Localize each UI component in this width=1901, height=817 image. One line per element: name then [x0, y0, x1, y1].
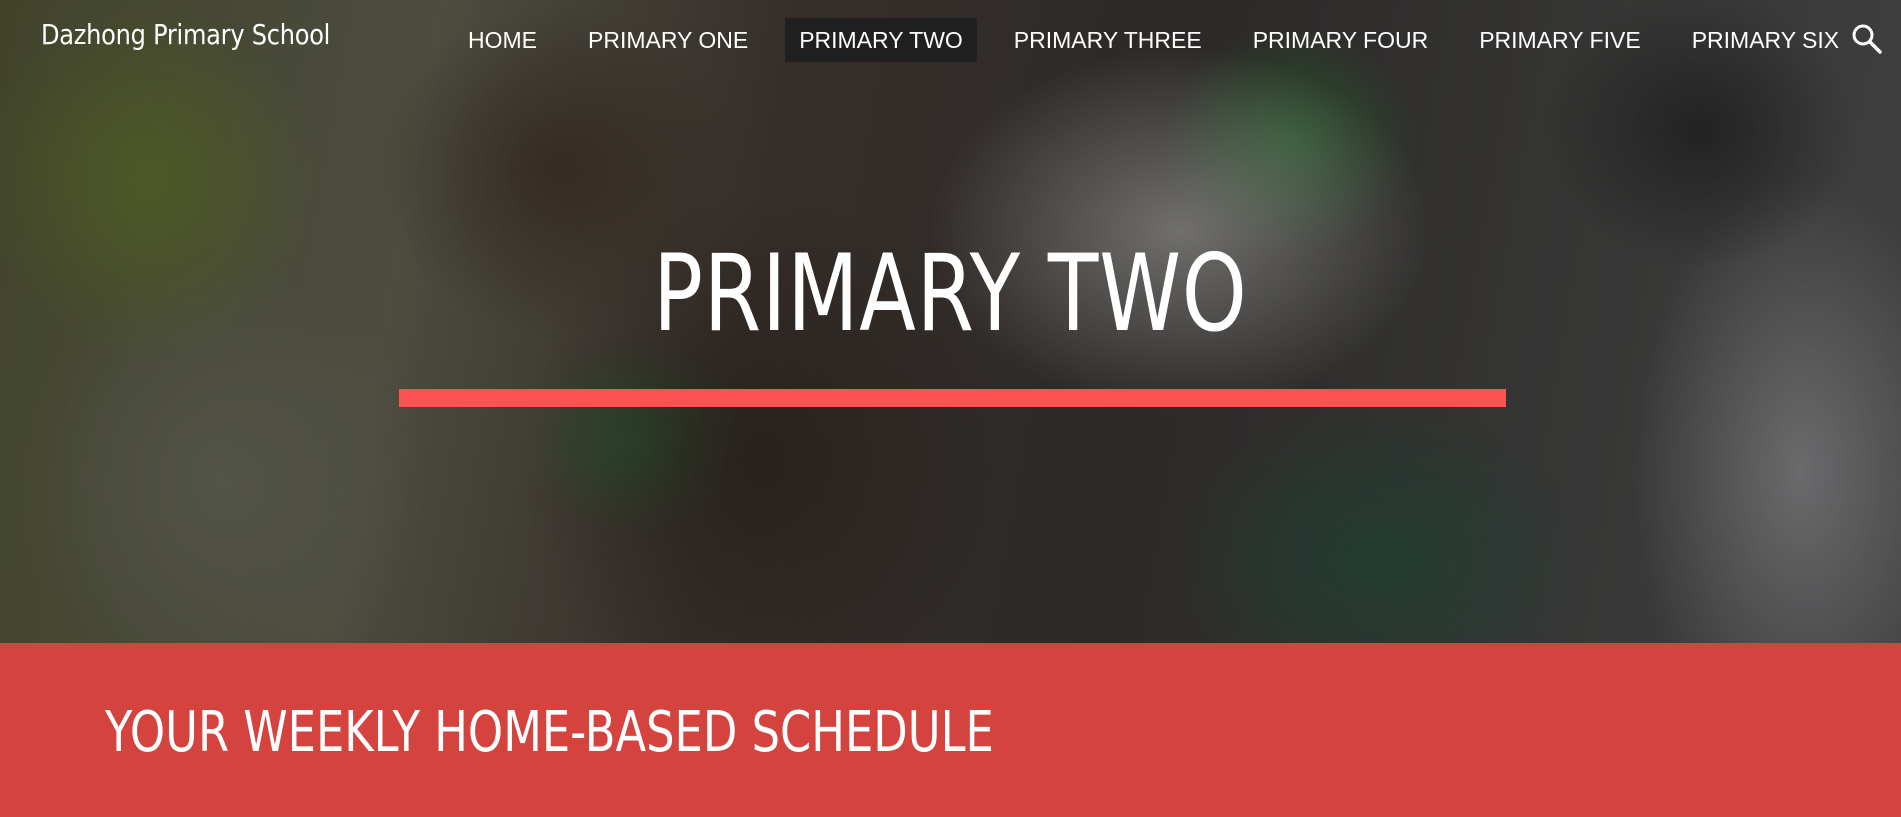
nav-item-primary-four[interactable]: PRIMARY FOUR: [1239, 18, 1443, 62]
site-brand[interactable]: Dazhong Primary School: [41, 18, 330, 51]
nav-menu: HOME PRIMARY ONE PRIMARY TWO PRIMARY THR…: [454, 18, 1876, 62]
search-icon: [1852, 24, 1882, 54]
hero-banner: Dazhong Primary School HOME PRIMARY ONE …: [0, 0, 1901, 643]
section-heading: YOUR WEEKLY HOME-BASED SCHEDULE: [105, 700, 994, 765]
page-title: PRIMARY TWO: [653, 232, 1248, 355]
title-underline: [399, 389, 1506, 407]
search-button[interactable]: [1850, 22, 1884, 56]
nav-item-primary-three[interactable]: PRIMARY THREE: [1000, 18, 1216, 62]
top-navigation: Dazhong Primary School HOME PRIMARY ONE …: [0, 0, 1901, 80]
nav-item-primary-one[interactable]: PRIMARY ONE: [574, 18, 762, 62]
nav-item-primary-two[interactable]: PRIMARY TWO: [785, 18, 977, 62]
nav-item-primary-six[interactable]: PRIMARY SIX: [1678, 18, 1853, 62]
nav-item-home[interactable]: HOME: [454, 18, 551, 62]
nav-item-primary-five[interactable]: PRIMARY FIVE: [1465, 18, 1654, 62]
schedule-section-banner: YOUR WEEKLY HOME-BASED SCHEDULE: [0, 643, 1901, 817]
